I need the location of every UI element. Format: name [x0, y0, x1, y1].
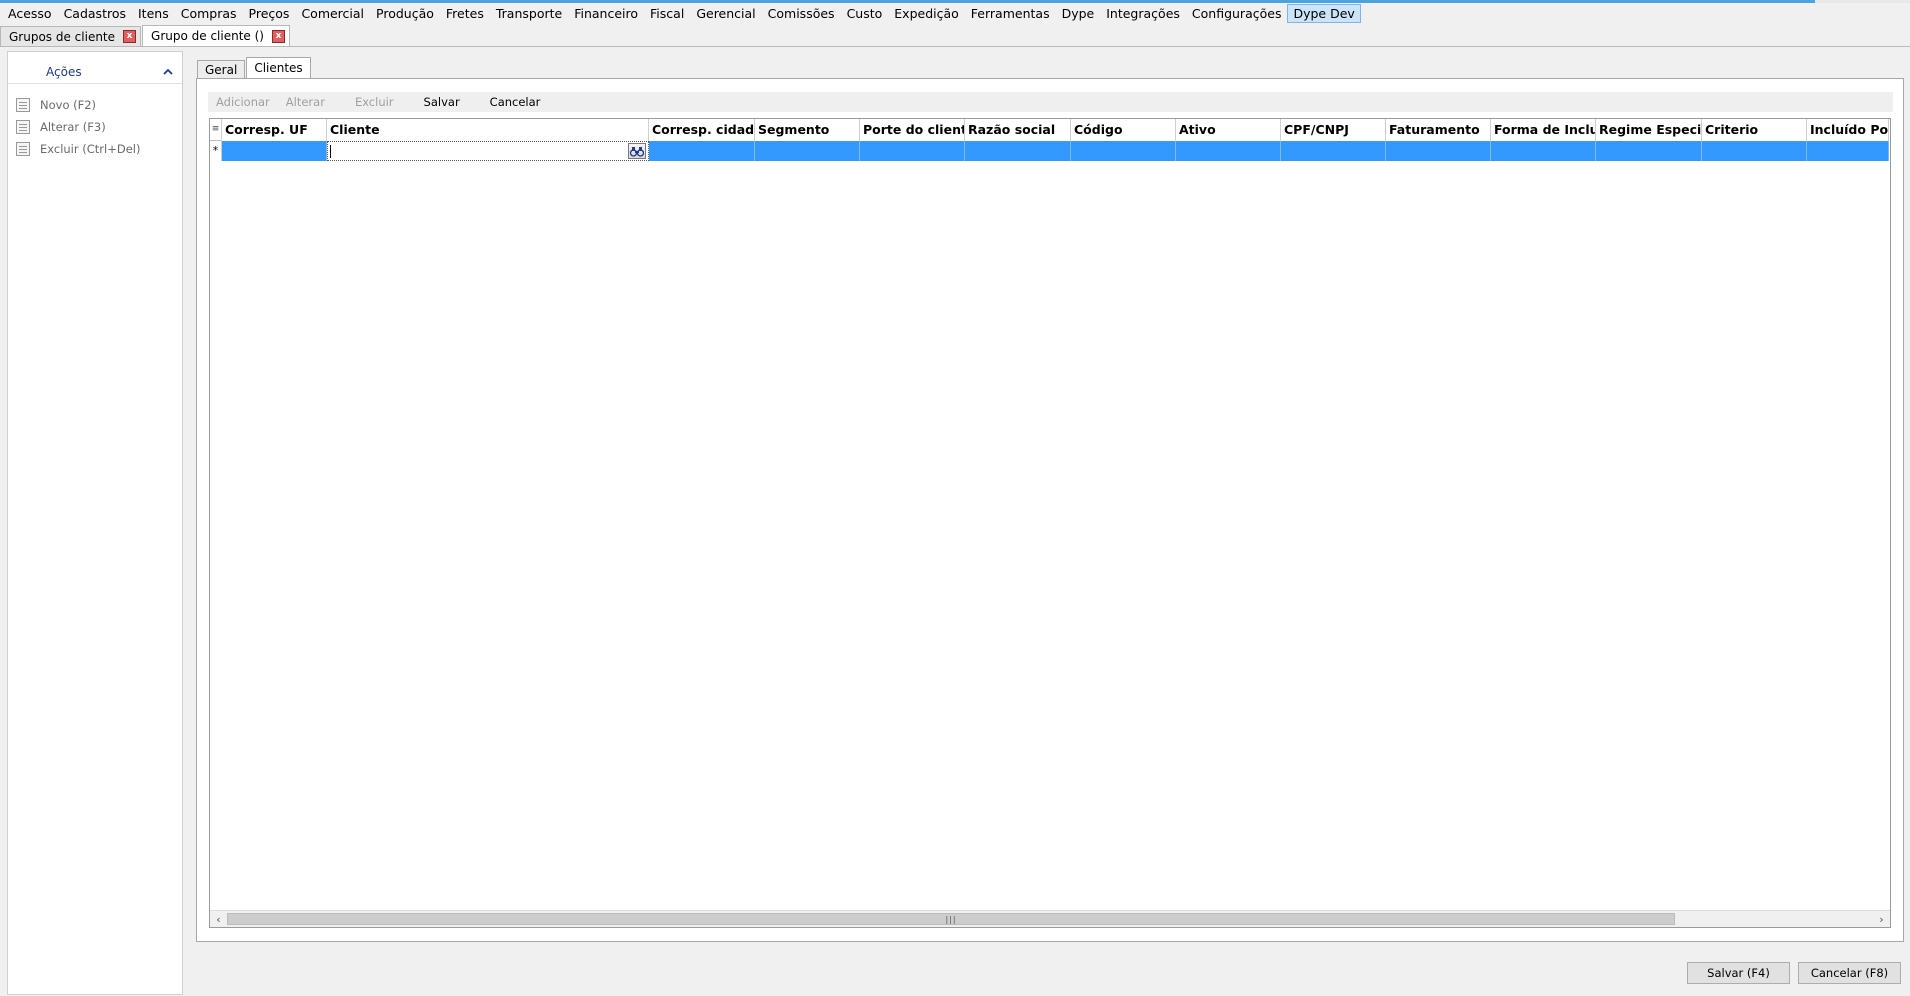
- cell-criterio[interactable]: [1702, 141, 1807, 161]
- close-icon[interactable]: x: [123, 30, 137, 43]
- tabs-divider: [0, 46, 1910, 47]
- doc-tab-label: Grupos de cliente: [9, 29, 116, 44]
- actions-panel: Ações Novo (F2) Alterar (F3) Excluir (Ct…: [7, 51, 183, 995]
- binoculars-icon[interactable]: [628, 143, 646, 159]
- menu-producao[interactable]: Produção: [370, 4, 440, 23]
- column-header-incluido-por[interactable]: Incluído Por: [1807, 119, 1889, 141]
- new-row[interactable]: *: [210, 141, 1889, 161]
- action-novo[interactable]: Novo (F2): [8, 94, 182, 116]
- document-icon: [16, 98, 30, 112]
- menu-cadastros[interactable]: Cadastros: [58, 4, 132, 23]
- column-header-razao-social[interactable]: Razão social: [965, 119, 1071, 141]
- cell-faturamento[interactable]: [1386, 141, 1491, 161]
- menu-precos[interactable]: Preços: [243, 4, 296, 23]
- menu-dype-dev[interactable]: Dype Dev: [1287, 4, 1361, 23]
- document-tabs: Grupos de cliente x Grupo de cliente () …: [0, 25, 1910, 46]
- cliente-editor[interactable]: [327, 141, 649, 161]
- action-label: Alterar (F3): [40, 120, 106, 134]
- action-alterar[interactable]: Alterar (F3): [8, 116, 182, 138]
- menu-custo[interactable]: Custo: [841, 4, 889, 23]
- tab-geral[interactable]: Geral: [197, 60, 246, 79]
- tab-clientes[interactable]: Clientes: [246, 57, 311, 79]
- cell-incluido-por[interactable]: [1807, 141, 1889, 161]
- cell-cpf-cnpj[interactable]: [1281, 141, 1386, 161]
- menu-gerencial[interactable]: Gerencial: [690, 4, 761, 23]
- column-chooser-icon[interactable]: ≡: [210, 119, 222, 141]
- column-header-corresp-cidade[interactable]: Corresp. cidade: [649, 119, 755, 141]
- menu-integracoes[interactable]: Integrações: [1100, 4, 1186, 23]
- action-label: Novo (F2): [40, 98, 97, 112]
- menu-dype[interactable]: Dype: [1056, 4, 1101, 23]
- menu-compras[interactable]: Compras: [175, 4, 243, 23]
- actions-panel-title: Ações: [46, 64, 82, 79]
- menu-itens[interactable]: Itens: [132, 4, 175, 23]
- cell-corresp-cidade[interactable]: [649, 141, 755, 161]
- text-caret: [330, 145, 331, 158]
- column-header-codigo[interactable]: Código: [1071, 119, 1176, 141]
- menu-comissoes[interactable]: Comissões: [762, 4, 841, 23]
- cancel-button[interactable]: Cancelar (F8): [1798, 962, 1901, 984]
- menu-bar: Acesso Cadastros Itens Compras Preços Co…: [0, 3, 1910, 24]
- menu-comercial[interactable]: Comercial: [295, 4, 370, 23]
- menu-configuracoes[interactable]: Configurações: [1186, 4, 1288, 23]
- menu-fiscal[interactable]: Fiscal: [644, 4, 690, 23]
- scroll-left-icon[interactable]: ‹: [210, 911, 227, 927]
- cancelar-button[interactable]: Cancelar: [482, 95, 549, 109]
- document-icon: [16, 120, 30, 134]
- chevron-up-icon[interactable]: [162, 66, 174, 78]
- scrollbar-thumb[interactable]: |||: [227, 913, 1675, 925]
- column-header-regime-especial[interactable]: Regime Especia: [1596, 119, 1702, 141]
- cell-regime-especial[interactable]: [1596, 141, 1702, 161]
- doc-tab-grupo-de-cliente[interactable]: Grupo de cliente () x: [142, 25, 290, 46]
- column-header-faturamento[interactable]: Faturamento: [1386, 119, 1491, 141]
- cell-corresp-uf[interactable]: [222, 141, 327, 161]
- doc-tab-label: Grupo de cliente (): [151, 29, 264, 43]
- grid-header: ≡ Corresp. UF Cliente Corresp. cidade Se…: [210, 119, 1889, 141]
- menu-transporte[interactable]: Transporte: [490, 4, 568, 23]
- cell-segmento[interactable]: [755, 141, 860, 161]
- cell-codigo[interactable]: [1071, 141, 1176, 161]
- menu-fretes[interactable]: Fretes: [440, 4, 490, 23]
- grid-toolbar: Adicionar Alterar Excluir Salvar Cancela…: [208, 92, 1893, 112]
- salvar-button[interactable]: Salvar: [416, 95, 468, 109]
- document-icon: [16, 142, 30, 156]
- cell-razao-social[interactable]: [965, 141, 1071, 161]
- horizontal-scrollbar[interactable]: ‹ ||| ›: [210, 910, 1890, 927]
- column-header-cliente[interactable]: Cliente: [327, 119, 649, 141]
- actions-panel-header[interactable]: Ações: [8, 60, 182, 84]
- menu-expedicao[interactable]: Expedição: [888, 4, 965, 23]
- column-header-segmento[interactable]: Segmento: [755, 119, 860, 141]
- menu-ferramentas[interactable]: Ferramentas: [965, 4, 1056, 23]
- menu-acesso[interactable]: Acesso: [2, 4, 58, 23]
- new-row-marker: *: [210, 141, 222, 161]
- save-button[interactable]: Salvar (F4): [1687, 962, 1790, 984]
- menu-financeiro[interactable]: Financeiro: [568, 4, 644, 23]
- close-icon[interactable]: x: [271, 29, 285, 43]
- action-label: Excluir (Ctrl+Del): [40, 142, 141, 156]
- column-header-ativo[interactable]: Ativo: [1176, 119, 1281, 141]
- cell-porte-do-cliente[interactable]: [860, 141, 965, 161]
- column-header-porte-do-cliente[interactable]: Porte do cliente: [860, 119, 965, 141]
- form-tabs: Geral Clientes: [197, 57, 312, 79]
- alterar-button[interactable]: Alterar: [278, 95, 333, 109]
- column-header-cpf-cnpj[interactable]: CPF/CNPJ: [1281, 119, 1386, 141]
- clients-grid[interactable]: ≡ Corresp. UF Cliente Corresp. cidade Se…: [209, 118, 1891, 928]
- adicionar-button[interactable]: Adicionar: [208, 95, 278, 109]
- excluir-button[interactable]: Excluir: [347, 95, 402, 109]
- actions-list: Novo (F2) Alterar (F3) Excluir (Ctrl+Del…: [8, 84, 182, 160]
- column-header-corresp-uf[interactable]: Corresp. UF: [222, 119, 327, 141]
- cell-forma-de-inclusao[interactable]: [1491, 141, 1596, 161]
- scroll-right-icon[interactable]: ›: [1873, 911, 1890, 927]
- cell-ativo[interactable]: [1176, 141, 1281, 161]
- doc-tab-grupos-de-cliente[interactable]: Grupos de cliente x: [0, 26, 142, 46]
- column-header-forma-de-inclusao[interactable]: Forma de Inclus: [1491, 119, 1596, 141]
- action-excluir[interactable]: Excluir (Ctrl+Del): [8, 138, 182, 160]
- column-header-criterio[interactable]: Criterio: [1702, 119, 1807, 141]
